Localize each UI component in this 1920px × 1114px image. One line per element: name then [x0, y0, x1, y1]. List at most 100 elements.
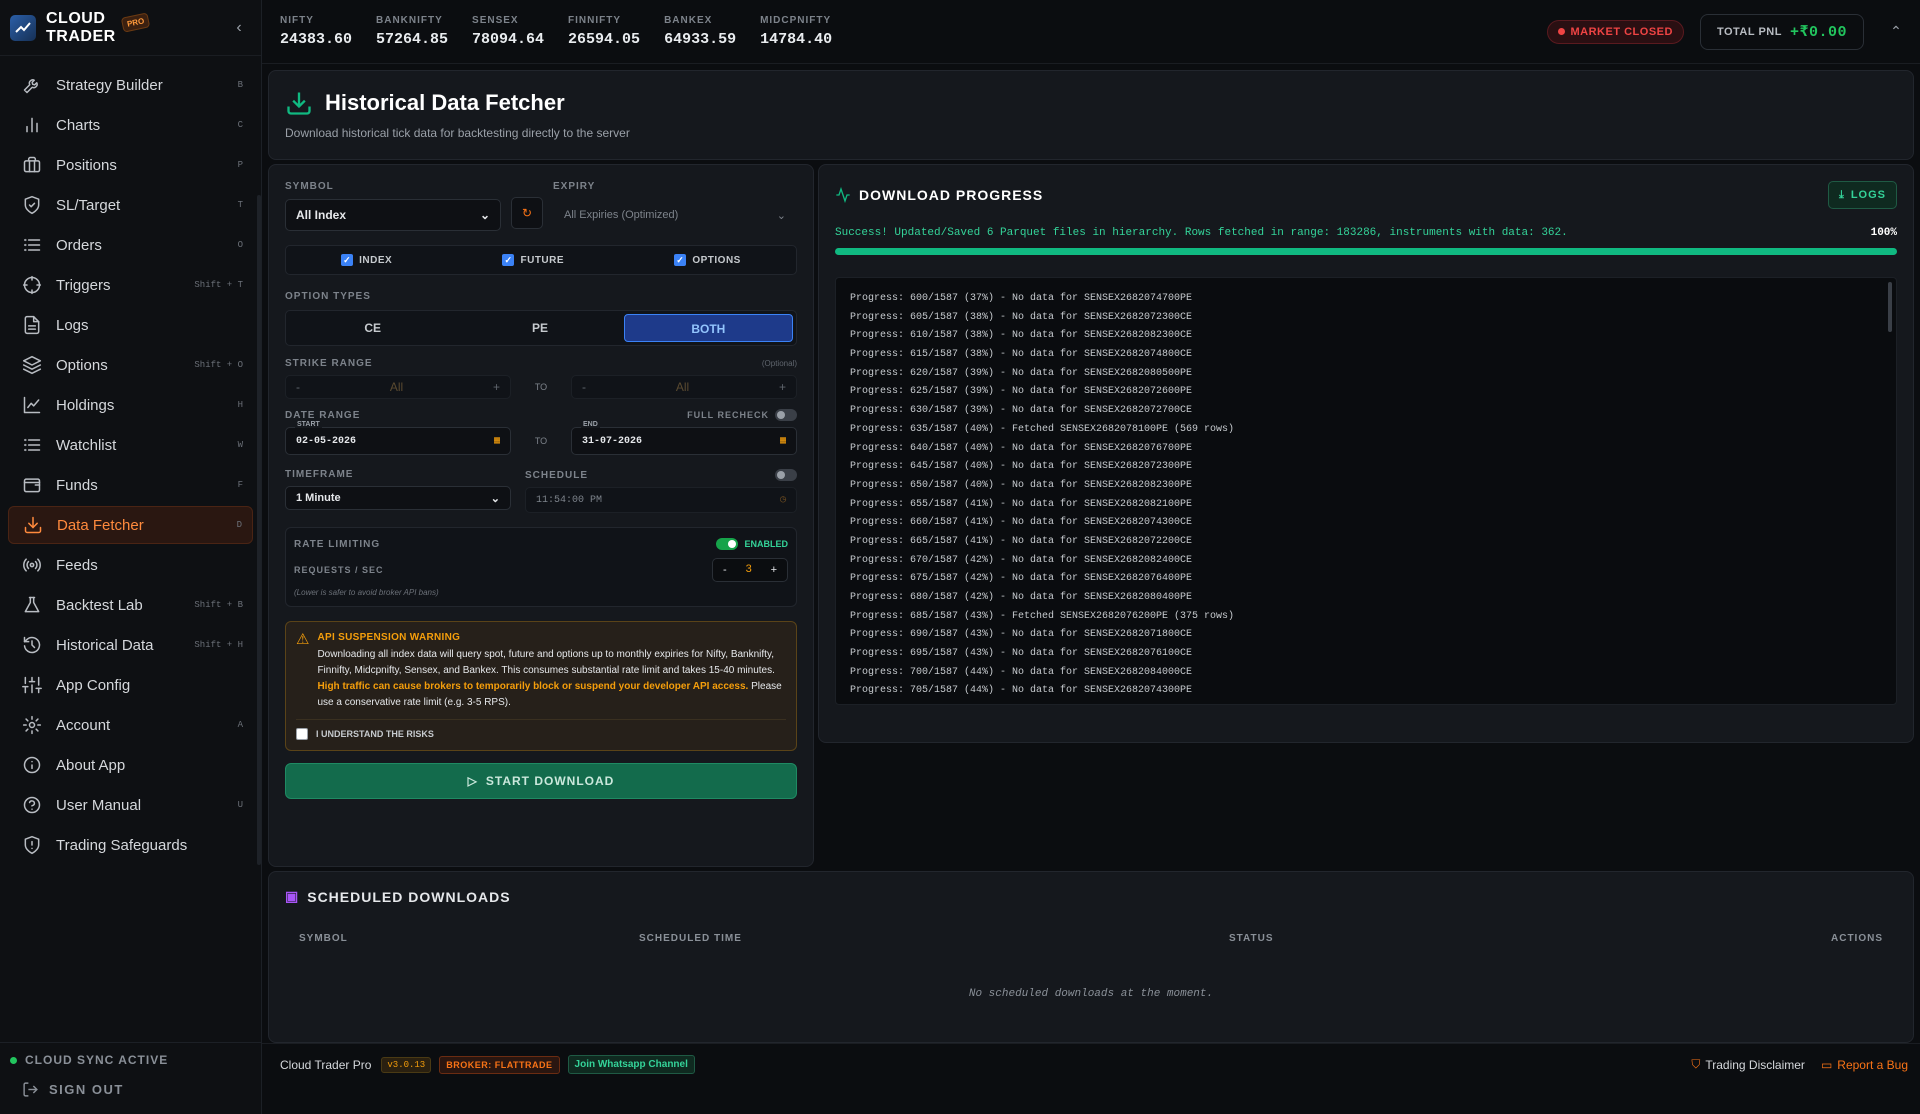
bar-chart-icon — [26, 117, 38, 133]
sidebar-item-sl-target[interactable]: SL/Target T — [8, 186, 253, 224]
start-date-label: START — [295, 421, 322, 428]
ticker-value: 24383.60 — [280, 31, 353, 48]
sidebar-item-account[interactable]: Account A — [8, 706, 253, 744]
refresh-button[interactable]: ↻ — [511, 197, 543, 229]
log-line: Progress: 600/1587 (37%) - No data for S… — [850, 293, 1193, 304]
rate-limit-toggle[interactable] — [716, 538, 739, 550]
rps-stepper[interactable]: -3 + — [712, 558, 788, 582]
ticker-name: SENSEX — [472, 15, 519, 26]
collapse-sidebar-icon[interactable]: ‹ — [227, 19, 251, 37]
brand-header: CLOUD TRADER PRO ‹ — [0, 0, 261, 56]
rps-decrement[interactable]: - — [723, 564, 727, 576]
log-scrollbar[interactable] — [1888, 282, 1892, 332]
shortcut-hint: F — [237, 480, 243, 490]
sidebar-item-label: Positions — [56, 156, 117, 174]
sidebar-item-positions[interactable]: Positions P — [8, 146, 253, 184]
shortcut-hint: P — [237, 160, 243, 170]
sidebar-item-label: Account — [56, 716, 111, 734]
strike-from-stepper[interactable]: - All + — [285, 375, 511, 399]
market-status-badge: MARKET CLOSED — [1546, 19, 1684, 44]
expiry-select[interactable]: All Expiries (Optimized) ⌄ — [553, 199, 797, 231]
start-download-button[interactable]: ▷ START DOWNLOAD — [285, 763, 797, 799]
warning-title: API SUSPENSION WARNING — [317, 632, 461, 643]
option-type-both[interactable]: BOTH — [623, 314, 793, 342]
sidebar-item-funds[interactable]: Funds F — [8, 466, 253, 504]
full-recheck-label: FULL RECHECK — [687, 410, 769, 420]
shortcut-hint: U — [237, 800, 243, 810]
understand-risks-checkbox[interactable] — [296, 728, 308, 740]
sidebar-item-options[interactable]: Options Shift + O — [8, 346, 253, 384]
schedule-label: SCHEDULE — [525, 469, 589, 481]
timeframe-label: TIMEFRAME — [285, 469, 354, 480]
sidebar-scrollbar[interactable] — [257, 195, 261, 865]
log-line: Progress: 665/1587 (41%) - No data for S… — [850, 535, 1193, 547]
sidebar-item-feeds[interactable]: Feeds — [8, 546, 253, 584]
sidebar-item-label: Trading Safeguards — [56, 836, 188, 854]
sidebar-item-backtest-lab[interactable]: Backtest Lab Shift + B — [8, 586, 253, 624]
end-date-input[interactable]: 31-07-2026 ▦ — [571, 427, 797, 455]
sidebar-item-triggers[interactable]: Triggers Shift + T — [8, 266, 253, 304]
strike-range-label: STRIKE RANGE — [285, 358, 373, 369]
sidebar-item-app-config[interactable]: App Config — [8, 666, 253, 704]
sidebar-item-holdings[interactable]: Holdings H — [8, 386, 253, 424]
ticker-bar: NIFTY 24383.60 BANKNIFTY 57264.85 SENSEX 7809… — [262, 0, 1920, 64]
index-checkbox[interactable]: ✓ INDEX — [341, 254, 392, 266]
sidebar-item-historical-data[interactable]: Historical Data Shift + H — [8, 626, 253, 664]
future-checkbox[interactable]: ✓ FUTURE — [502, 254, 564, 266]
sign-out-button[interactable]: SIGN OUT — [10, 1081, 261, 1098]
version-badge: v3.0.13 — [381, 1056, 432, 1073]
footer: Cloud Trader Pro v3.0.13 BROKER: FLATTRA… — [262, 1043, 1920, 1085]
clock-icon: ◷ — [779, 495, 786, 506]
schedule-toggle[interactable] — [775, 469, 797, 481]
sidebar-item-about-app[interactable]: About App — [8, 746, 253, 784]
ticker-value: 26594.05 — [568, 31, 641, 48]
col-symbol: SYMBOL — [299, 933, 348, 944]
line-chart-icon — [23, 396, 41, 414]
sidebar-item-label: Feeds — [56, 556, 98, 574]
sidebar-item-data-fetcher[interactable]: Data Fetcher D — [8, 506, 253, 544]
calendar-icon[interactable]: ▦ — [494, 435, 500, 447]
ticker-value: 14784.40 — [760, 31, 833, 48]
end-date-label: END — [581, 421, 600, 428]
sidebar-item-user-manual[interactable]: User Manual U — [8, 786, 253, 824]
logs-button[interactable]: ⤓ LOGS — [1827, 181, 1897, 209]
col-actions: ACTIONS — [1831, 933, 1883, 944]
page-subtitle: Download historical tick data for backte… — [285, 126, 630, 140]
page-title: Historical Data Fetcher — [325, 90, 565, 115]
sidebar-item-trading-safeguards[interactable]: Trading Safeguards — [8, 826, 253, 864]
log-console[interactable]: Progress: 600/1587 (37%) - No data for S… — [835, 277, 1897, 705]
log-line: Progress: 695/1587 (43%) - No data for S… — [850, 648, 1193, 660]
history-icon — [23, 636, 41, 654]
sidebar-item-logs[interactable]: Logs — [8, 306, 253, 344]
sidebar-item-charts[interactable]: Charts C — [8, 106, 253, 144]
sidebar-item-orders[interactable]: Orders O — [8, 226, 253, 264]
ticker-value: 64933.59 — [664, 31, 737, 48]
option-type-ce[interactable]: CE — [289, 314, 456, 342]
strike-to-stepper[interactable]: - All + — [571, 375, 797, 399]
ticker-nifty: NIFTY 24383.60 — [280, 15, 352, 48]
trading-disclaimer-link[interactable]: ⛉ Trading Disclaimer — [1691, 1057, 1805, 1072]
options-checkbox[interactable]: ✓ OPTIONS — [674, 254, 741, 266]
full-recheck-toggle[interactable] — [775, 409, 797, 421]
rps-increment[interactable]: + — [771, 564, 777, 576]
sidebar-item-label: Orders — [56, 236, 102, 254]
download-icon — [287, 92, 311, 115]
report-bug-link[interactable]: ▭ Report a Bug — [1821, 1058, 1908, 1072]
sidebar-item-strategy-builder[interactable]: Strategy Builder B — [8, 66, 253, 104]
sidebar-item-label: App Config — [56, 676, 131, 694]
log-line: Progress: 635/1587 (40%) - Fetched SENSE… — [850, 423, 1235, 435]
symbol-select[interactable]: All Index ⌄ — [285, 199, 501, 231]
rate-limiting-label: RATE LIMITING — [294, 538, 381, 550]
broker-badge: BROKER: FLATTRADE — [439, 1055, 560, 1074]
calendar-icon[interactable]: ▦ — [780, 435, 786, 447]
shortcut-hint: O — [237, 240, 243, 250]
chevron-up-icon[interactable]: ⌃ — [1886, 23, 1906, 40]
timeframe-select[interactable]: 1 Minute ⌄ — [285, 486, 511, 510]
start-date-input[interactable]: 02-05-2026 ▦ — [285, 427, 511, 455]
sidebar-item-watchlist[interactable]: Watchlist W — [8, 426, 253, 464]
schedule-time-input[interactable]: 11:54:00 PM ◷ — [525, 487, 797, 513]
option-type-pe[interactable]: PE — [456, 314, 623, 342]
sidebar-item-label: Charts — [56, 116, 101, 134]
broadcast-icon — [23, 558, 41, 572]
whatsapp-link[interactable]: Join Whatsapp Channel — [567, 1055, 695, 1074]
